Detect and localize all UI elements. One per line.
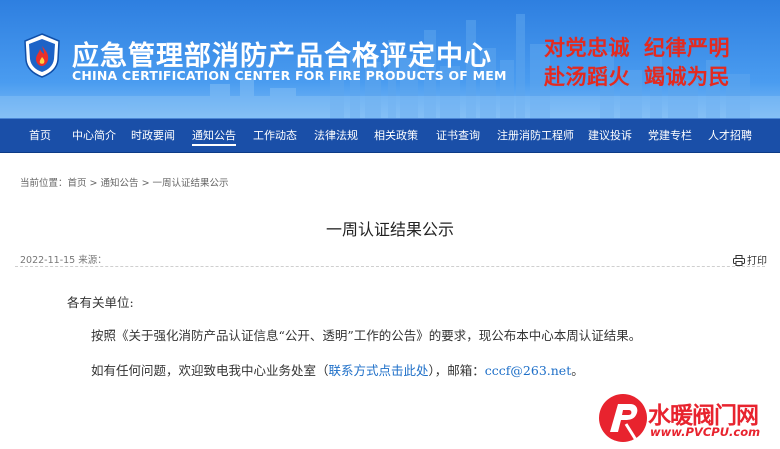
site-banner: 应急管理部消防产品合格评定中心 CHINA CERTIFICATION CENT… (0, 0, 780, 118)
print-button[interactable]: 打印 (733, 252, 767, 267)
watermark-url: www.PVCPU.com (650, 425, 761, 439)
nav-item-notices[interactable]: 通知公告 (192, 119, 236, 152)
breadcrumb-separator: > (86, 178, 101, 189)
nav-item-about[interactable]: 中心简介 (72, 119, 116, 152)
slogan-line-2: 赴汤蹈火 竭诚为民 (544, 61, 744, 91)
nav-item-laws[interactable]: 法律法规 (314, 119, 358, 152)
breadcrumb-label: 当前位置： (20, 178, 68, 189)
nav-item-work[interactable]: 工作动态 (253, 119, 297, 152)
email-link[interactable]: cccf@263.net (485, 363, 571, 378)
breadcrumb-notices-link[interactable]: 通知公告 (101, 178, 139, 189)
slogan-text: 纪律严明 (644, 36, 730, 60)
nav-item-news[interactable]: 时政要闻 (131, 119, 175, 152)
article-source-label: 来源： (78, 255, 107, 266)
paragraph-text: 。 (571, 363, 584, 378)
slogan-text: 赴汤蹈火 (544, 65, 630, 89)
article-paragraph-2: 如有任何问题，欢迎致电我中心业务处室（联系方式点击此处），邮箱：cccf@263… (91, 360, 584, 379)
article-title: 一周认证结果公示 (325, 220, 454, 239)
nav-item-engineer[interactable]: 注册消防工程师 (497, 119, 574, 152)
breadcrumb-home-link[interactable]: 首页 (68, 178, 87, 189)
article-meta: 2022-11-15 来源： (20, 252, 107, 266)
breadcrumb-separator: > (138, 178, 153, 189)
breadcrumb-current: 一周认证结果公示 (152, 178, 229, 189)
article-salutation: 各有关单位: (67, 295, 134, 310)
paragraph-text: ），邮箱： (428, 363, 485, 378)
slogan-text: 竭诚为民 (644, 65, 730, 89)
nav-item-cert-query[interactable]: 证书查询 (436, 119, 480, 152)
paragraph-text: 如有任何问题，欢迎致电我中心业务处室（ (91, 363, 329, 378)
article-paragraph-1: 按照《关于强化消防产品认证信息“公开、透明”工作的公告》的要求，现公布本中心本周… (91, 328, 642, 343)
meta-divider (15, 266, 765, 267)
slogan-text: 对党忠诚 (544, 36, 630, 60)
nav-item-jobs[interactable]: 人才招聘 (708, 119, 752, 152)
nav-item-policies[interactable]: 相关政策 (374, 119, 418, 152)
nav-item-complaints[interactable]: 建议投诉 (588, 119, 632, 152)
article-date: 2022-11-15 (20, 255, 76, 266)
main-nav: 首页 中心简介 时政要闻 通知公告 工作动态 法律法规 相关政策 证书查询 注册… (0, 118, 780, 153)
breadcrumb: 当前位置：首页 > 通知公告 > 一周认证结果公示 (20, 175, 229, 189)
nav-item-party[interactable]: 党建专栏 (648, 119, 692, 152)
printer-icon (733, 255, 745, 266)
nav-item-home[interactable]: 首页 (29, 119, 51, 152)
site-title-en: CHINA CERTIFICATION CENTER FOR FIRE PROD… (72, 68, 507, 83)
fire-emblem-icon (24, 33, 60, 78)
slogan-line-1: 对党忠诚 纪律严明 (544, 32, 744, 62)
contact-info-link[interactable]: 联系方式点击此处 (329, 363, 429, 378)
